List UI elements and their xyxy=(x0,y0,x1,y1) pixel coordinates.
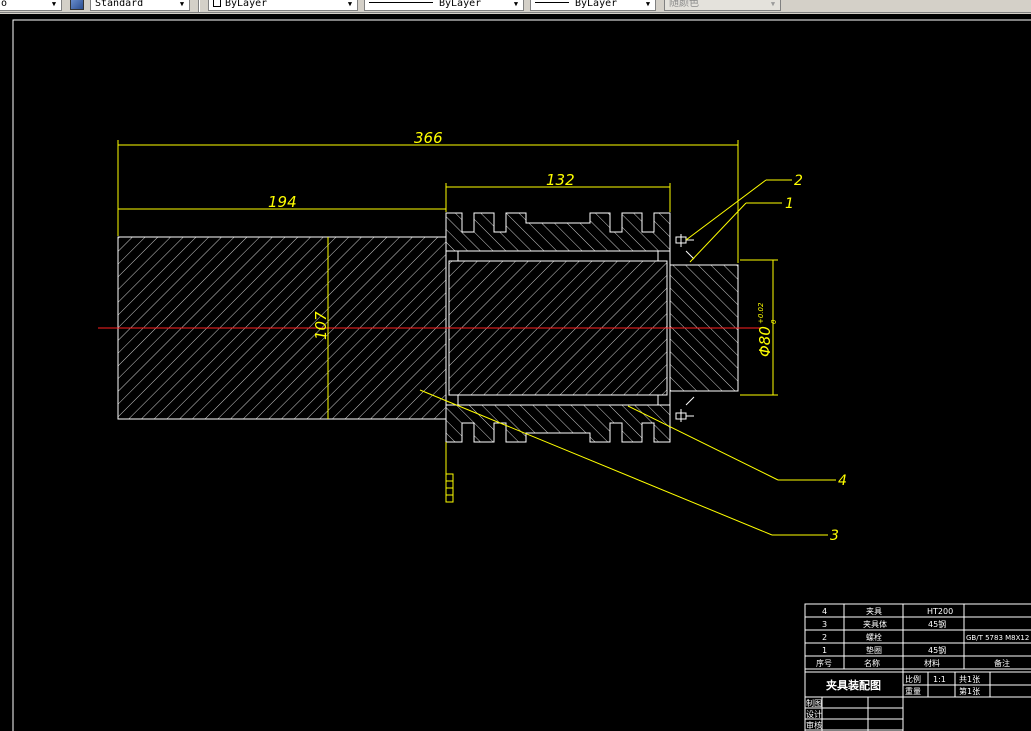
svg-text:GB/T 5783 M8X12: GB/T 5783 M8X12 xyxy=(966,634,1029,642)
text-style-dropdown[interactable]: Standard ▼ xyxy=(90,0,190,11)
chevron-down-icon: ▼ xyxy=(179,0,185,8)
svg-text:备注: 备注 xyxy=(994,658,1010,668)
leader-1[interactable]: 1 xyxy=(689,196,794,263)
svg-text:第1张: 第1张 xyxy=(959,686,980,696)
svg-text:1:1: 1:1 xyxy=(933,675,946,684)
chevron-down-icon: ▼ xyxy=(347,0,353,8)
svg-text:重量: 重量 xyxy=(905,686,921,696)
sleeve-upper[interactable] xyxy=(445,212,671,261)
chevron-down-icon: ▼ xyxy=(645,0,651,8)
svg-text:Φ80: Φ80 xyxy=(756,326,774,357)
lineweight-dropdown[interactable]: ByLayer ▼ xyxy=(530,0,656,11)
svg-text:3: 3 xyxy=(830,528,839,544)
svg-text:366: 366 xyxy=(414,129,443,147)
svg-text:2: 2 xyxy=(794,173,803,189)
drawing-svg: 366 194 132 107 Φ80 +0.02 0 1 2 3 4 4 夹具… xyxy=(12,19,1031,731)
linetype-preview-icon xyxy=(369,2,433,3)
svg-text:材料: 材料 xyxy=(924,658,940,668)
parts-row: 2 螺栓 GB/T 5783 M8X12 xyxy=(822,632,1029,642)
lineweight-preview-icon xyxy=(535,2,569,3)
parts-row: 3 夹具体 45钢 xyxy=(822,619,946,629)
linetype-dropdown[interactable]: ByLayer ▼ xyxy=(364,0,524,11)
section-marker xyxy=(445,442,454,503)
svg-text:45钢: 45钢 xyxy=(928,619,946,629)
svg-text:审核: 审核 xyxy=(806,720,822,730)
svg-text:3: 3 xyxy=(822,620,827,629)
svg-text:序号: 序号 xyxy=(816,658,832,668)
title-block-text: 夹具装配图 比例 1:1 共1张 重量 第1张 制图 设计 审核 xyxy=(806,674,980,730)
svg-text:45钢: 45钢 xyxy=(928,645,946,655)
svg-text:2: 2 xyxy=(822,633,827,642)
chevron-down-icon: ▼ xyxy=(513,0,519,8)
toolbar-separator xyxy=(198,0,200,12)
dim-sleeve-length[interactable]: 132 xyxy=(445,171,671,212)
svg-text:194: 194 xyxy=(268,193,297,211)
properties-toolbar: o ▼ Standard ▼ ByLayer ▼ ByLayer ▼ ByLay… xyxy=(0,0,1031,13)
svg-text:HT200: HT200 xyxy=(927,607,953,616)
color-swatch-icon xyxy=(213,0,221,7)
svg-text:制图: 制图 xyxy=(806,698,822,708)
svg-text:名称: 名称 xyxy=(864,658,880,668)
parts-row: 1 垫圈 45钢 xyxy=(822,645,946,655)
svg-text:设计: 设计 xyxy=(806,709,822,719)
svg-text:107: 107 xyxy=(312,311,330,340)
svg-text:垫圈: 垫圈 xyxy=(866,645,882,655)
parts-list: 4 夹具 HT200 3 夹具体 45钢 2 螺栓 GB/T 5783 M8X1… xyxy=(816,606,1029,668)
bolt-washer-bottom[interactable] xyxy=(675,396,695,422)
sleeve-lower[interactable] xyxy=(445,395,671,443)
chevron-down-icon: ▼ xyxy=(51,0,57,8)
parts-header: 序号 名称 材料 备注 xyxy=(816,658,1010,668)
drawing-name: 夹具装配图 xyxy=(826,678,881,692)
svg-text:1: 1 xyxy=(822,646,827,655)
parts-row: 4 夹具 HT200 xyxy=(822,606,953,616)
prev-dropdown[interactable]: o ▼ xyxy=(0,0,62,11)
svg-text:比例: 比例 xyxy=(905,674,921,684)
dim-left-length[interactable]: 194 xyxy=(118,193,447,212)
svg-text:夹具: 夹具 xyxy=(866,606,882,616)
bolt-washer-top[interactable] xyxy=(675,234,695,260)
drawing-canvas[interactable]: 366 194 132 107 Φ80 +0.02 0 1 2 3 4 4 夹具… xyxy=(0,14,1031,731)
text-style-icon[interactable] xyxy=(70,0,84,10)
svg-text:共1张: 共1张 xyxy=(959,675,980,684)
svg-text:夹具体: 夹具体 xyxy=(863,619,887,629)
chevron-down-icon: ▼ xyxy=(770,0,776,8)
layer-dropdown[interactable]: ByLayer ▼ xyxy=(208,0,358,11)
svg-text:4: 4 xyxy=(822,607,827,616)
svg-text:螺栓: 螺栓 xyxy=(866,632,882,642)
svg-text:132: 132 xyxy=(546,171,575,189)
svg-text:+0.02: +0.02 xyxy=(757,302,765,324)
svg-text:1: 1 xyxy=(785,196,794,212)
svg-text:0: 0 xyxy=(770,319,778,324)
svg-text:4: 4 xyxy=(838,473,847,489)
plot-style-dropdown: 随颜色 ▼ xyxy=(664,0,781,11)
